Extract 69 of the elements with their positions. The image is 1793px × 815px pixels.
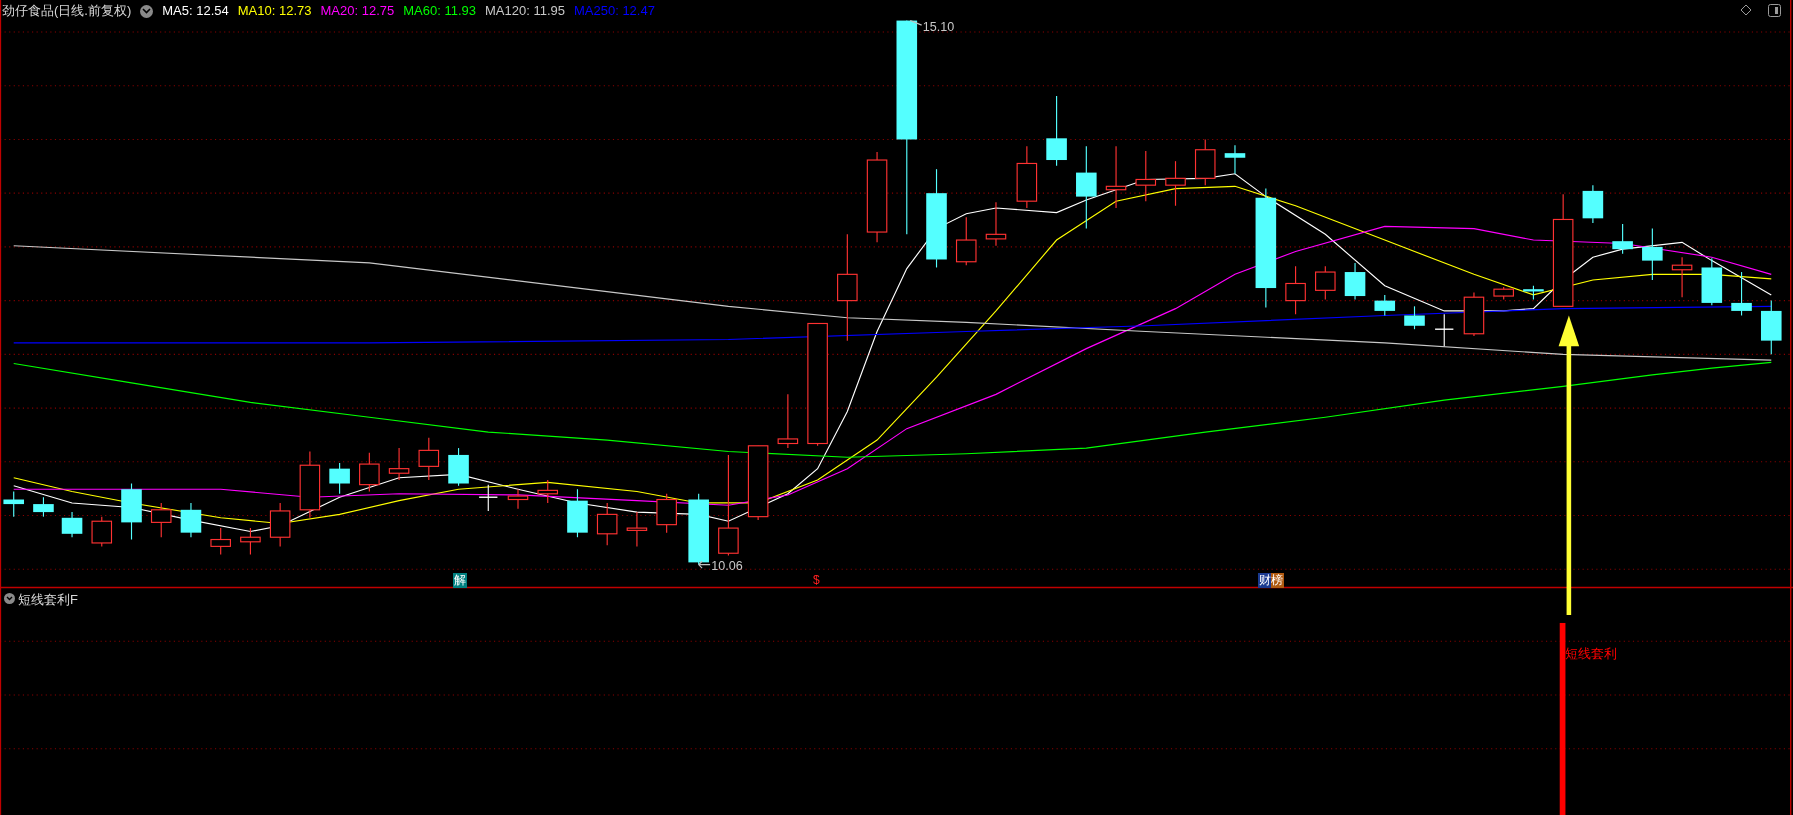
candlestick [777,393,799,449]
candlestick [240,527,261,555]
dropdown-icon[interactable] [4,593,15,604]
low-price-label: 10.06 [711,559,743,574]
candlestick [3,490,24,518]
candlestick [1374,294,1396,317]
candlestick [1463,292,1485,337]
candlestick [1434,313,1455,347]
candlestick [1135,150,1157,202]
candlestick [210,527,231,555]
candlestick [359,452,380,493]
candlestick [1671,256,1693,298]
candlestick [1165,160,1186,207]
candlestick [1493,286,1514,301]
candlestick [180,502,202,538]
signal-label: 短线套利 [1565,645,1617,663]
candlestick [596,502,618,546]
candlestick [1016,145,1038,209]
candlestick [1315,265,1336,301]
leader-line [698,560,711,569]
candlestick [567,488,588,538]
candlestick [1612,223,1633,255]
event-marker[interactable]: $ [812,573,821,588]
candlestick [448,447,469,487]
ma-value-label: MA20: 12.75 [320,2,395,21]
candlestick [955,216,977,266]
candlestick [418,437,440,481]
diamond-icon[interactable] [1740,4,1752,16]
candlestick [1642,228,1663,281]
candlestick [1224,144,1246,175]
candlestick [388,447,410,481]
candlestick [1046,95,1067,167]
ma-value-label: MA10: 12.73 [237,2,312,21]
candlestick [1194,138,1216,186]
candlestick [985,201,1007,247]
candlestick [329,462,350,495]
event-marker[interactable]: 财榜 [1258,573,1284,588]
candlestick [299,450,321,519]
stock-title: 劲仔食品(日线.前复权) [2,2,132,21]
candlestick [626,511,648,547]
candlestick [1523,285,1544,301]
candlestick [1404,305,1425,330]
leader-line [909,20,923,26]
candlestick [1761,300,1782,355]
candlestick [269,502,291,547]
dropdown-icon[interactable] [140,4,154,18]
ma-value-label: MA60: 11.93 [403,2,476,21]
candlestick [1285,265,1306,315]
candlestick [61,511,83,538]
candlestick [91,516,113,547]
panel-icon[interactable] [1768,4,1781,17]
ma-value-label: MA250: 12.47 [573,2,655,21]
candlestick [1105,145,1127,209]
candlestick [121,482,142,541]
event-marker[interactable]: 解 [453,573,467,588]
high-price-label: 15.10 [922,19,955,34]
indicator-title: 短线套利F [18,591,78,609]
ma-value-label: MA120: 11.95 [485,2,565,21]
candlestick [656,493,677,534]
candlestick [537,479,559,504]
candlestick [1344,262,1366,301]
ma-value-label: MA5: 12.54 [162,2,229,21]
candlestick [1701,257,1723,306]
candlestick [478,484,499,512]
candlestick [1582,184,1604,224]
candlestick [33,496,54,518]
candlestick [150,502,172,538]
candlestick [507,488,529,510]
candlestick [1731,271,1752,317]
